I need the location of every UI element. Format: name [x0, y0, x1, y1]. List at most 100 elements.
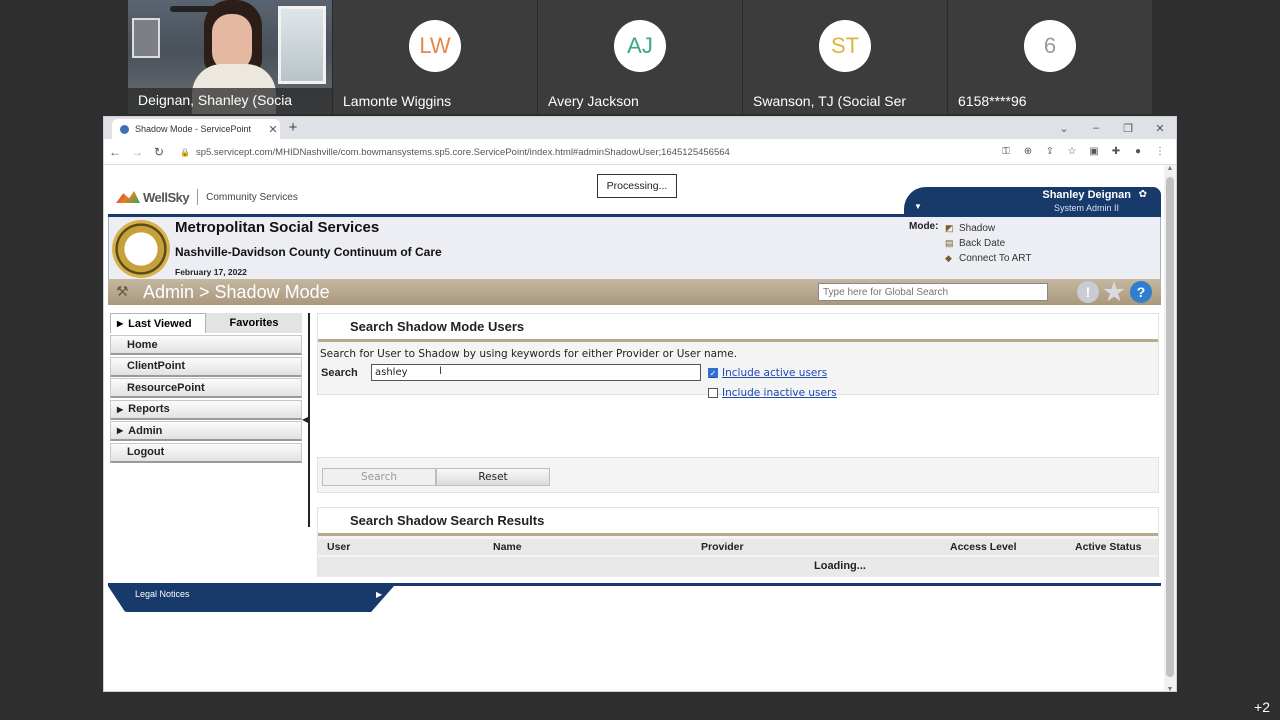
tab-label: Favorites	[229, 317, 279, 329]
back-icon[interactable]: ←	[104, 145, 126, 159]
checkbox-unchecked-icon[interactable]	[708, 388, 718, 398]
mode-item-connect-art[interactable]: ◆ Connect To ART	[945, 251, 1031, 266]
column-header-user[interactable]: User	[327, 541, 350, 553]
address-bar[interactable]: 🔒 sp5.servicept.com/MHIDNashville/com.bo…	[180, 142, 982, 162]
scrollbar-thumb[interactable]	[1166, 177, 1174, 677]
close-window-icon[interactable]: ✕	[1144, 117, 1176, 139]
sidebar-item-clientpoint[interactable]: ClientPoint	[110, 356, 302, 377]
org-header: Metropolitan Social Services Nashville-D…	[108, 217, 1161, 279]
menu-icon[interactable]: ⋮	[1152, 143, 1168, 159]
mode-item-label: Connect To ART	[959, 253, 1032, 264]
sidebar-divider	[308, 313, 310, 527]
window-controls: ⌄ – ❐ ✕	[1048, 117, 1176, 139]
column-header-active-status[interactable]: Active Status	[1075, 541, 1142, 553]
current-date: February 17, 2022	[175, 267, 247, 277]
scroll-down-icon[interactable]: ▼	[1164, 686, 1176, 691]
sidebar-item-resourcepoint[interactable]: ResourcePoint	[110, 378, 302, 398]
mode-item-back-date[interactable]: ▤ Back Date	[945, 236, 1031, 251]
user-role: System Admin II	[1053, 203, 1119, 213]
sidebar-item-reports[interactable]: ▶ Reports	[110, 399, 302, 420]
wellsky-logo[interactable]: WellSky Community Services	[116, 189, 298, 205]
include-inactive-users-checkbox[interactable]: Include inactive users	[708, 387, 837, 399]
reload-icon[interactable]: ↻	[148, 145, 170, 159]
tab-label: Last Viewed	[128, 317, 192, 330]
url-text: sp5.servicept.com/MHIDNashville/com.bowm…	[195, 146, 730, 158]
results-loading-row: Loading...	[318, 557, 1158, 577]
collapse-sidebar-icon[interactable]: ◀	[302, 415, 308, 424]
sidebar-item-home[interactable]: Home	[110, 335, 302, 355]
reset-button[interactable]: Reset	[436, 468, 550, 486]
help-icon[interactable]: ?	[1130, 281, 1152, 303]
column-header-provider[interactable]: Provider	[701, 541, 744, 553]
column-header-name[interactable]: Name	[493, 541, 522, 553]
browser-tab[interactable]: Shadow Mode - ServicePoint ✕	[112, 119, 280, 139]
tab-favorites[interactable]: Favorites	[206, 313, 302, 333]
shadow-icon: ◩	[945, 223, 954, 233]
zoom-icon[interactable]: ⊕	[1020, 143, 1036, 159]
participant-tile[interactable]: 6 6158****96	[948, 0, 1152, 114]
more-participants-count[interactable]: +2	[1254, 699, 1270, 715]
footer-divider	[108, 583, 1161, 586]
participant-tile[interactable]: ST Swanson, TJ (Social Ser	[743, 0, 948, 114]
coc-name: Nashville-Davidson County Continuum of C…	[175, 245, 442, 259]
product-name: Community Services	[206, 191, 298, 203]
favorites-star-icon[interactable]: ★	[1103, 279, 1125, 306]
puzzle-icon[interactable]: ✚	[1108, 143, 1124, 159]
legal-notices-tab[interactable]: Legal Notices ▶	[108, 586, 394, 612]
share-icon[interactable]: ⇪	[1042, 143, 1058, 159]
wall-picture	[132, 18, 160, 58]
alert-icon[interactable]: !	[1077, 281, 1099, 303]
restore-icon[interactable]: ❐	[1112, 117, 1144, 139]
sidebar-item-label: ClientPoint	[127, 360, 186, 372]
search-button[interactable]: Search	[322, 468, 436, 486]
calendar-icon: ▤	[945, 238, 954, 248]
forward-icon[interactable]: →	[126, 145, 148, 159]
search-actions: Search Reset	[317, 457, 1159, 493]
browser-toolbar: ← → ↻ 🔒 sp5.servicept.com/MHIDNashville/…	[104, 139, 1176, 165]
profile-icon[interactable]: ●	[1130, 143, 1146, 159]
checkbox-label[interactable]: Include inactive users	[722, 387, 837, 399]
sidebar: ▶ Last Viewed Favorites Home ClientPoint …	[110, 313, 302, 464]
triangle-right-icon: ▶	[376, 590, 383, 599]
mode-item-label: Shadow	[959, 223, 996, 234]
participant-tile[interactable]: LW Lamonte Wiggins	[333, 0, 538, 114]
mode-item-label: Back Date	[959, 238, 1006, 249]
user-name: Shanley Deignan	[1042, 189, 1131, 201]
county-seal-icon	[112, 220, 170, 278]
global-search-input[interactable]	[818, 283, 1048, 301]
mode-item-shadow[interactable]: ◩ Shadow	[945, 221, 1031, 236]
column-header-access-level[interactable]: Access Level	[950, 541, 1017, 553]
favicon-icon	[120, 124, 129, 134]
results-table-header: User Name Provider Access Level Active S…	[318, 539, 1158, 555]
minimize-icon[interactable]: –	[1080, 117, 1112, 139]
extension-icon[interactable]: ▣	[1086, 143, 1102, 159]
participant-tile-video[interactable]: Deignan, Shanley (Socia	[128, 0, 333, 114]
include-active-users-checkbox[interactable]: ✓ Include active users	[708, 367, 827, 379]
checkbox-label[interactable]: Include active users	[722, 367, 827, 379]
tab-last-viewed[interactable]: ▶ Last Viewed	[110, 313, 206, 333]
sidebar-item-admin[interactable]: ▶ Admin	[110, 421, 302, 441]
legal-notices-link[interactable]: Legal Notices	[135, 589, 190, 599]
participant-tile[interactable]: AJ Avery Jackson	[538, 0, 743, 114]
key-icon[interactable]: ⚿	[998, 143, 1014, 159]
vertical-scrollbar[interactable]: ▲ ▼	[1164, 165, 1176, 691]
connect-icon: ◆	[945, 253, 952, 263]
close-tab-icon[interactable]: ✕	[266, 123, 280, 136]
mode-menu: ◩ Shadow ▤ Back Date ◆ Connect To ART	[945, 221, 1031, 266]
search-hint: Search for User to Shadow by using keywo…	[320, 348, 738, 360]
processing-indicator: Processing...	[597, 174, 677, 198]
user-menu[interactable]: ▼ Shanley Deignan ✿ System Admin II	[904, 187, 1161, 215]
bookmark-star-icon[interactable]: ☆	[1064, 143, 1080, 159]
triangle-right-icon: ▶	[117, 426, 124, 435]
new-tab-icon[interactable]: +	[284, 119, 302, 136]
sidebar-item-logout[interactable]: Logout	[110, 442, 302, 463]
gear-icon[interactable]: ✿	[1139, 189, 1147, 200]
caret-down-icon[interactable]: ▼	[914, 202, 922, 211]
search-input[interactable]	[371, 364, 701, 381]
scroll-up-icon[interactable]: ▲	[1164, 165, 1176, 172]
checkbox-checked-icon[interactable]: ✓	[708, 368, 718, 378]
participant-name: Avery Jackson	[548, 93, 639, 109]
triangle-right-icon: ▶	[117, 319, 124, 328]
room-window	[278, 6, 326, 84]
tab-search-icon[interactable]: ⌄	[1048, 117, 1080, 139]
